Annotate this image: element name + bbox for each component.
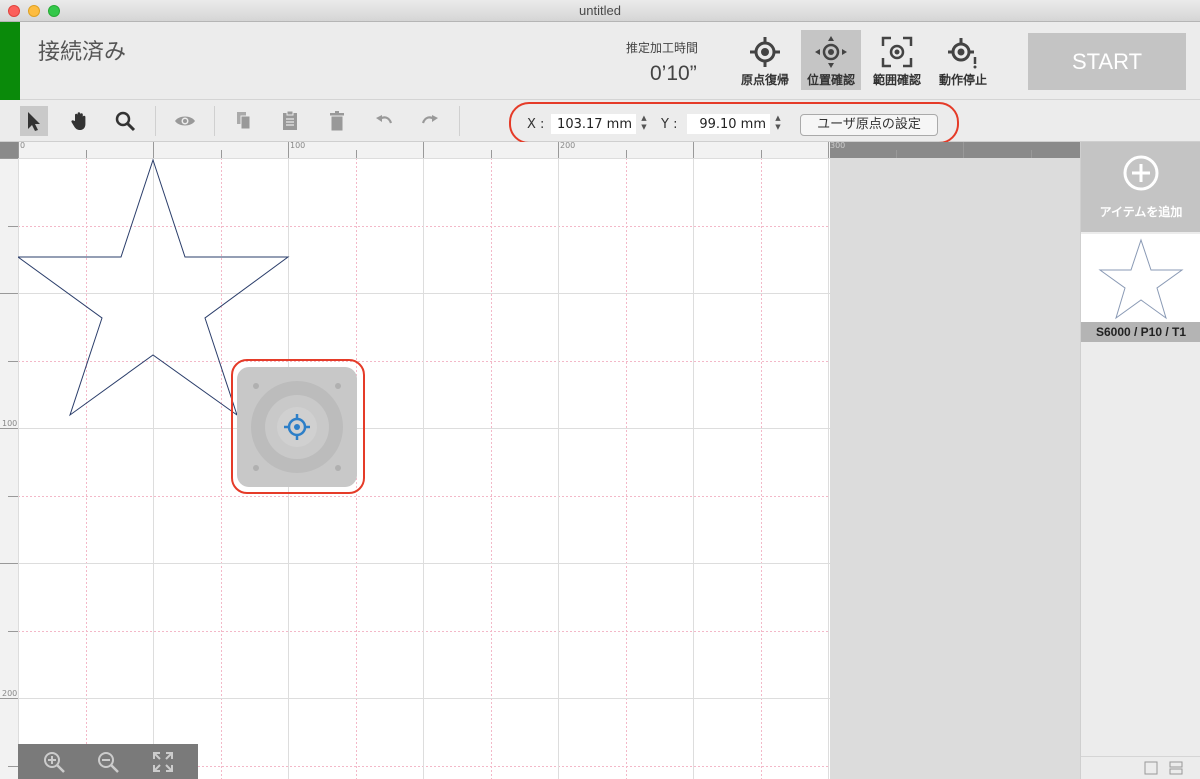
paste-icon: [283, 110, 297, 130]
crosshair-stop-icon: [948, 38, 977, 69]
window-title: untitled: [579, 3, 621, 18]
stop-button[interactable]: 動作停止: [933, 30, 993, 90]
zoom-out-button[interactable]: [94, 748, 122, 776]
top-ruler-label: 100: [290, 141, 306, 150]
return-origin-button[interactable]: 原点復帰: [735, 30, 795, 90]
return-origin-label: 原点復帰: [740, 73, 789, 87]
frame-crosshair-icon: [881, 36, 913, 68]
select-tool-button[interactable]: [20, 106, 48, 136]
estimated-time-label: 推定加工時間: [626, 41, 699, 55]
x-coordinate-input[interactable]: [551, 114, 636, 134]
zoom-in-button[interactable]: [40, 748, 68, 776]
toolbar-divider: [214, 106, 215, 136]
work-area-canvas[interactable]: [18, 158, 830, 779]
zoom-window-button[interactable]: [48, 5, 60, 17]
zoom-in-icon: [44, 752, 65, 773]
crosshair-home-icon: [750, 37, 780, 67]
eye-icon: [175, 116, 195, 126]
window-titlebar: untitled: [0, 0, 1200, 22]
plus-circle-icon: [1123, 155, 1159, 191]
laser-head[interactable]: [237, 367, 357, 487]
item-panel: アイテムを追加 S6000 / P10 / T1: [1080, 142, 1200, 779]
y-coordinate-input[interactable]: [687, 114, 770, 134]
connection-status-indicator: [0, 22, 20, 100]
expand-icon: [153, 752, 173, 772]
toolbar-divider: [155, 106, 156, 136]
minimize-window-button[interactable]: [28, 5, 40, 17]
select-arrow-icon: [28, 112, 40, 131]
copy-icon: [237, 112, 251, 130]
x-label: X :: [527, 117, 545, 132]
connection-status: 接続済み: [38, 40, 127, 65]
trash-icon: [330, 111, 344, 131]
header: 接続済み 推定加工時間 0’10” 原点復帰 位置確認 範囲確認 動作停止 ST…: [0, 22, 1200, 100]
item-caption: S6000 / P10 / T1: [1081, 322, 1200, 342]
zoom-controls: [18, 744, 198, 779]
start-button[interactable]: START: [1028, 33, 1186, 90]
item-card[interactable]: S6000 / P10 / T1: [1081, 234, 1200, 342]
fit-view-button[interactable]: [149, 748, 177, 776]
left-ruler-label: 100: [2, 419, 18, 428]
position-check-button[interactable]: 位置確認: [801, 30, 861, 90]
preview-button[interactable]: [171, 106, 199, 136]
position-check-label: 位置確認: [806, 73, 855, 87]
range-check-button[interactable]: 範囲確認: [867, 30, 927, 90]
stop-label: 動作停止: [938, 73, 987, 87]
top-ruler-label: 0: [20, 141, 26, 150]
top-ruler: 0 100 200 300: [18, 141, 1080, 158]
delete-button[interactable]: [323, 106, 351, 136]
left-ruler-label: 200: [2, 689, 18, 698]
zoom-out-icon: [98, 752, 119, 773]
left-ruler-ticks: [0, 158, 18, 767]
paste-button[interactable]: [276, 106, 304, 136]
add-item-label: アイテムを追加: [1099, 205, 1183, 219]
panel-footer: [1081, 756, 1200, 779]
zoom-tool-button[interactable]: [111, 106, 139, 136]
toolbar-divider: [459, 106, 460, 136]
range-check-label: 範囲確認: [872, 73, 921, 87]
split-view-icon[interactable]: [1169, 761, 1183, 775]
set-user-origin-button[interactable]: ユーザ原点の設定: [800, 114, 938, 136]
search-icon: [115, 111, 136, 132]
y-label: Y :: [661, 117, 678, 132]
top-ruler-label: 200: [560, 141, 576, 150]
pan-tool-button[interactable]: [66, 106, 94, 136]
canvas-grid: [18, 158, 830, 779]
redo-icon: [421, 115, 438, 124]
star-thumbnail: [1098, 238, 1184, 320]
out-of-range-area: [830, 158, 1080, 779]
add-item-button[interactable]: アイテムを追加: [1081, 142, 1200, 232]
y-stepper[interactable]: ▲ ▼: [773, 114, 783, 134]
single-view-icon[interactable]: [1144, 761, 1158, 775]
estimated-time-value: 0’10”: [650, 62, 697, 85]
x-stepper[interactable]: ▲ ▼: [639, 114, 649, 134]
undo-button[interactable]: [370, 106, 398, 136]
laser-crosshair-icon: [284, 414, 310, 440]
left-ruler: 100 200: [0, 142, 18, 779]
toolbar: X : ▲▼ Y : ▲▼ ユーザ原点の設定: [0, 101, 1200, 144]
close-window-button[interactable]: [8, 5, 20, 17]
top-ruler-ticks: [18, 142, 1032, 158]
crosshair-move-icon: [815, 36, 847, 68]
undo-icon: [376, 115, 393, 124]
hand-icon: [71, 112, 86, 130]
copy-button[interactable]: [230, 106, 258, 136]
redo-button[interactable]: [416, 106, 444, 136]
top-ruler-label: 300: [830, 141, 846, 150]
